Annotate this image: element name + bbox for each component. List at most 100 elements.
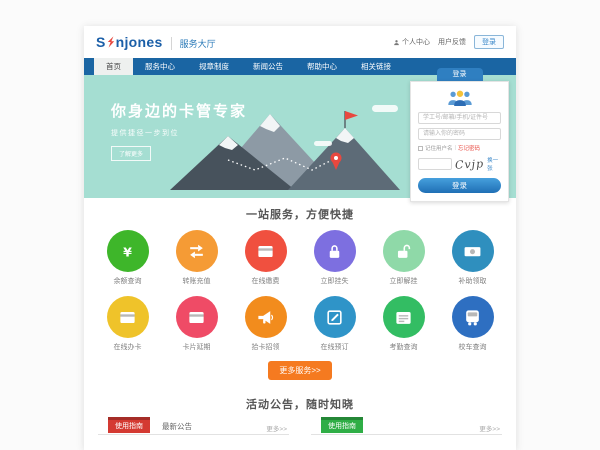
service-label: 转账充值 <box>162 276 231 286</box>
panel-ribbon-tab[interactable]: 使用指南 <box>321 417 363 433</box>
nav-item[interactable]: 规章制度 <box>187 58 241 75</box>
remember-checkbox[interactable] <box>418 146 423 151</box>
service-item[interactable]: 在线预订 <box>300 296 369 352</box>
panel-body <box>98 435 289 450</box>
service-item[interactable]: 在线缴费 <box>231 230 300 286</box>
panel-secondary-tab[interactable]: 最新公告 <box>162 421 192 433</box>
service-icon <box>187 242 206 261</box>
announcement-panels: 使用指南 最新公告 更多>> 使用指南 更多>> <box>84 421 516 450</box>
nav-item[interactable]: 首页 <box>94 58 133 75</box>
personal-center-link[interactable]: 个人中心 <box>393 37 430 47</box>
service-item[interactable]: 卡片延期 <box>162 296 231 352</box>
page-container: S njones 服务大厅 个人中心 用户反馈 登录 首页 服务中心 <box>84 26 516 450</box>
service-label: 卡片延期 <box>162 342 231 352</box>
header-login-button[interactable]: 登录 <box>474 35 504 49</box>
announcements-title: 活动公告，随时知晓 <box>84 396 516 412</box>
service-icon-circle[interactable] <box>383 296 425 338</box>
service-icon <box>118 242 137 261</box>
service-label: 拾卡招领 <box>231 342 300 352</box>
username-input[interactable] <box>418 112 501 124</box>
nav-item[interactable]: 新闻公告 <box>241 58 295 75</box>
account-links: 个人中心 用户反馈 登录 <box>393 35 504 49</box>
service-label: 考勤查询 <box>369 342 438 352</box>
service-icon <box>394 242 413 261</box>
service-label: 在线预订 <box>300 342 369 352</box>
service-icon-circle[interactable] <box>314 296 356 338</box>
captcha-input[interactable] <box>418 158 452 170</box>
person-icon <box>393 39 400 46</box>
service-label: 立即挂失 <box>300 276 369 286</box>
service-icon <box>187 308 206 327</box>
hero-cta-button[interactable]: 了解更多 <box>111 146 151 161</box>
service-label: 在线办卡 <box>93 342 162 352</box>
service-item[interactable]: 转账充值 <box>162 230 231 286</box>
services-grid: 余额查询 转账充值 在线缴费 <box>93 230 507 352</box>
captcha-image[interactable]: Cvjp <box>455 157 485 172</box>
logo-text-s: S <box>96 34 106 50</box>
services-title: 一站服务，方便快捷 <box>84 206 516 222</box>
service-icon-circle[interactable] <box>176 296 218 338</box>
more-link[interactable]: 更多>> <box>266 423 287 433</box>
service-item[interactable]: 余额查询 <box>93 230 162 286</box>
service-icon-circle[interactable] <box>383 230 425 272</box>
service-icon-circle[interactable] <box>107 296 149 338</box>
logo[interactable]: S njones 服务大厅 <box>96 34 216 50</box>
panel-header: 使用指南 更多>> <box>311 421 502 435</box>
more-services-button[interactable]: 更多服务>> <box>268 361 331 380</box>
panel-ribbon-tab[interactable]: 使用指南 <box>108 417 150 433</box>
nav-item[interactable]: 帮助中心 <box>295 58 349 75</box>
service-label: 校车查询 <box>438 342 507 352</box>
service-item[interactable]: 考勤查询 <box>369 296 438 352</box>
nav-item[interactable]: 服务中心 <box>133 58 187 75</box>
announcement-panel: 使用指南 更多>> <box>311 421 502 450</box>
service-label: 在线缴费 <box>231 276 300 286</box>
service-icon <box>325 242 344 261</box>
service-icon-circle[interactable] <box>314 230 356 272</box>
service-icon <box>463 308 482 327</box>
more-link[interactable]: 更多>> <box>479 423 500 433</box>
remember-label: 记住用户名 <box>425 144 453 152</box>
captcha-row: Cvjp 换一张 <box>418 156 501 172</box>
service-item[interactable]: 立即挂失 <box>300 230 369 286</box>
password-input[interactable] <box>418 128 501 140</box>
login-form: 记住用户名 | 忘记密码 Cvjp 换一张 登录 <box>410 81 509 202</box>
login-tab[interactable]: 登录 <box>437 68 483 81</box>
service-icon <box>118 308 137 327</box>
service-icon-circle[interactable] <box>452 296 494 338</box>
service-icon-circle[interactable] <box>107 230 149 272</box>
panel-body <box>311 435 502 450</box>
site-name: 服务大厅 <box>171 37 216 50</box>
top-header: S njones 服务大厅 个人中心 用户反馈 登录 <box>84 26 516 58</box>
captcha-refresh-link[interactable]: 换一张 <box>487 156 501 172</box>
service-item[interactable]: 在线办卡 <box>93 296 162 352</box>
logo-text-njones: njones <box>116 34 163 50</box>
login-submit-button[interactable]: 登录 <box>418 178 501 193</box>
service-icon-circle[interactable] <box>176 230 218 272</box>
cloud <box>372 105 398 112</box>
lightning-icon <box>107 36 115 48</box>
service-label: 余额查询 <box>93 276 162 286</box>
service-icon-circle[interactable] <box>245 230 287 272</box>
service-item[interactable]: 立即解挂 <box>369 230 438 286</box>
announcements-section: 活动公告，随时知晓 使用指南 最新公告 更多>> 使用指南 更多 <box>84 396 516 450</box>
service-label: 立即解挂 <box>369 276 438 286</box>
forgot-password-link[interactable]: 忘记密码 <box>458 144 480 152</box>
flag-icon <box>345 111 358 120</box>
service-label: 补助领取 <box>438 276 507 286</box>
users-icon <box>446 89 474 106</box>
hero-banner: 你身边的卡管专家 提供捷径一步到位 了解更多 登录 <box>84 75 516 198</box>
feedback-link[interactable]: 用户反馈 <box>438 37 466 47</box>
panel-header: 使用指南 最新公告 更多>> <box>98 421 289 435</box>
service-item[interactable]: 校车查询 <box>438 296 507 352</box>
nav-item[interactable]: 相关链接 <box>349 58 403 75</box>
service-item[interactable]: 补助领取 <box>438 230 507 286</box>
service-icon <box>325 308 344 327</box>
service-icon-circle[interactable] <box>245 296 287 338</box>
service-item[interactable]: 拾卡招领 <box>231 296 300 352</box>
hero-subtitle: 提供捷径一步到位 <box>111 128 247 138</box>
service-icon-circle[interactable] <box>452 230 494 272</box>
service-icon <box>256 308 275 327</box>
announcement-panel: 使用指南 最新公告 更多>> <box>98 421 289 450</box>
hero-copy: 你身边的卡管专家 提供捷径一步到位 了解更多 <box>111 100 247 161</box>
services-section: 一站服务，方便快捷 余额查询 转账充值 <box>84 198 516 380</box>
